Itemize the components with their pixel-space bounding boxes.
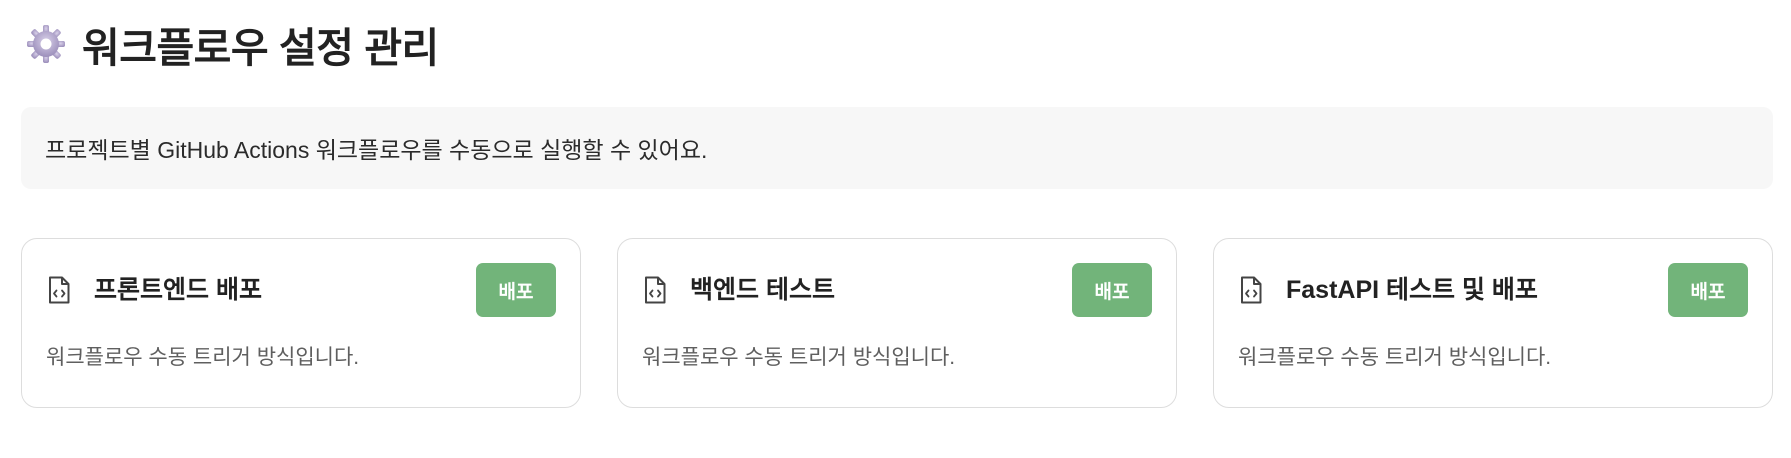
workflow-description: 워크플로우 수동 트리거 방식입니다. — [642, 346, 956, 369]
workflow-card-frontend-deploy: 프론트엔드 배포 배포 워크플로우 수동 트리거 방식입니다. — [21, 238, 581, 408]
gear-icon — [24, 22, 68, 66]
workflow-description: 워크플로우 수동 트리거 방식입니다. — [1238, 346, 1552, 369]
page-title: 워크플로우 설정 관리 — [82, 25, 439, 71]
code-file-icon — [1240, 276, 1262, 304]
deploy-button[interactable]: 배포 — [476, 263, 556, 317]
workflow-card-fastapi-test-deploy: FastAPI 테스트 및 배포 배포 워크플로우 수동 트리거 방식입니다. — [1213, 238, 1773, 408]
workflow-card-backend-test: 백엔드 테스트 배포 워크플로우 수동 트리거 방식입니다. — [617, 238, 1177, 408]
workflow-settings-page: 워크플로우 설정 관리 프로젝트별 GitHub Actions 워크플로우를 … — [0, 0, 1791, 458]
workflow-title: 프론트엔드 배포 — [94, 276, 262, 304]
workflow-title: 백엔드 테스트 — [690, 276, 835, 304]
code-file-icon — [48, 276, 70, 304]
info-text: 프로젝트별 GitHub Actions 워크플로우를 수동으로 실행할 수 있… — [45, 137, 708, 163]
info-banner: 프로젝트별 GitHub Actions 워크플로우를 수동으로 실행할 수 있… — [21, 107, 1773, 189]
workflow-title: FastAPI 테스트 및 배포 — [1286, 276, 1538, 304]
page-header: 워크플로우 설정 관리 — [24, 14, 439, 74]
workflow-description: 워크플로우 수동 트리거 방식입니다. — [46, 346, 360, 369]
deploy-button[interactable]: 배포 — [1668, 263, 1748, 317]
code-file-icon — [644, 276, 666, 304]
deploy-button[interactable]: 배포 — [1072, 263, 1152, 317]
